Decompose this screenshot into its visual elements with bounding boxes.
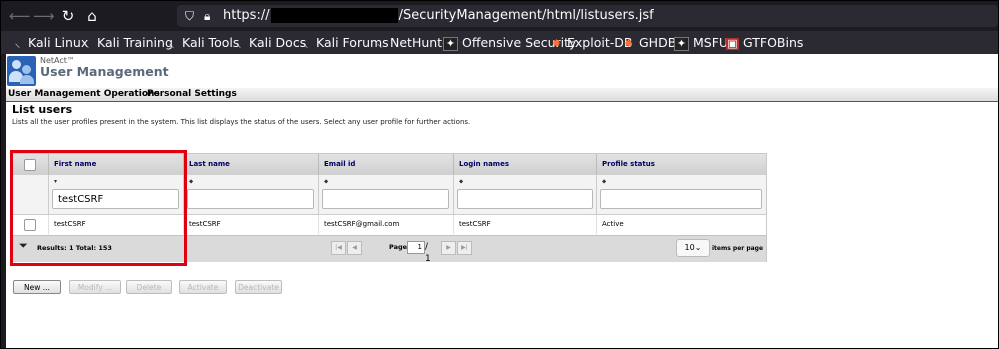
bookmark-kali-docs[interactable]: ⸜ Kali Docs: [232, 31, 306, 54]
home-icon[interactable]: ⌂: [82, 6, 102, 26]
new-button[interactable]: New ...: [13, 280, 61, 294]
app-header: NetAct™ User Management: [6, 54, 998, 88]
bookmark-gtfobins[interactable]: ▣ GTFOBins: [726, 31, 803, 54]
column-header-last-name[interactable]: Last name: [184, 154, 319, 175]
bookmark-kali-linux[interactable]: ⸜ Kali Linux: [11, 31, 89, 54]
items-per-page-select[interactable]: 10⌄: [676, 239, 710, 257]
browser-navbar: ⟵ ⟶ ↻ ⌂ ⛉ 🔒︎ https:///SecurityManagement…: [1, 1, 998, 31]
filter-input-email-id[interactable]: [322, 189, 449, 209]
kali-dragon-icon: ⸜: [235, 37, 242, 50]
first-page-icon[interactable]: |◀: [331, 241, 346, 255]
reload-icon[interactable]: ↻: [58, 6, 78, 26]
offsec-icon: ✦: [443, 37, 458, 51]
kali-dragon-icon: ⸜: [376, 37, 383, 50]
page-total: / 1: [425, 242, 431, 264]
cell-email-id[interactable]: testCSRF@gmail.com: [319, 215, 454, 234]
kali-dragon-icon: ⸜: [168, 37, 175, 50]
filter-email-id: ⬥: [319, 175, 454, 215]
next-page-icon[interactable]: ▶: [441, 241, 456, 255]
bookmark-exploit-db[interactable]: ✸ Exploit-DB: [550, 31, 633, 54]
filter-input-login-names[interactable]: [457, 189, 593, 209]
page-input[interactable]: 1: [407, 241, 425, 254]
msfu-icon: ✦: [674, 37, 689, 51]
last-page-icon[interactable]: ▶|: [457, 241, 472, 255]
sort-icon[interactable]: ⬥: [189, 178, 193, 186]
filter-input-last-name[interactable]: [187, 189, 314, 209]
shield-icon[interactable]: ⛉: [185, 5, 194, 27]
web-page: NetAct™ User Management User Management …: [6, 54, 998, 348]
modify-button[interactable]: Modify ...: [69, 280, 121, 294]
page-description: Lists all the user profiles present in t…: [12, 118, 471, 126]
sort-icon[interactable]: ⬥: [459, 178, 463, 186]
filter-profile-status: ⬥: [597, 175, 766, 215]
kali-dragon-icon: ⸜: [83, 37, 90, 50]
menu-personal-settings[interactable]: Personal Settings: [147, 88, 237, 101]
filter-last-name: ⬥: [184, 175, 319, 215]
url-bar[interactable]: ⛉ 🔒︎ https:///SecurityManagement/html/li…: [177, 5, 998, 27]
users-logo-icon: [7, 56, 36, 86]
column-header-profile-status[interactable]: Profile status: [597, 154, 766, 175]
prev-page-icon[interactable]: ◀: [347, 241, 362, 255]
ghdb-icon: ✸: [623, 37, 634, 50]
sort-icon[interactable]: ⬥: [324, 178, 328, 186]
back-icon[interactable]: ⟵: [9, 6, 31, 26]
browser-window: ⟵ ⟶ ↻ ⌂ ⛉ 🔒︎ https:///SecurityManagement…: [0, 0, 999, 349]
filter-login-names: ⬥: [454, 175, 597, 215]
column-header-login-names[interactable]: Login names: [454, 154, 597, 175]
items-per-page-label: items per page: [712, 245, 764, 252]
column-header-email-id[interactable]: Email id: [319, 154, 454, 175]
chevron-down-icon: ⌄: [694, 243, 702, 252]
gtfobins-icon: ▣: [726, 37, 739, 50]
menu-user-management-operations[interactable]: User Management Operations: [8, 88, 160, 101]
activate-button[interactable]: Activate: [179, 280, 227, 294]
bookmarks-toolbar: ⸜ Kali Linux ⸜ Kali Training ⸜ Kali Tools ⸜…: [1, 31, 998, 54]
filter-input-profile-status[interactable]: [600, 189, 762, 209]
url-text[interactable]: https:///SecurityManagement/html/listuse…: [223, 5, 654, 27]
page-label: Page: [389, 243, 408, 251]
bookmark-kali-tools[interactable]: ⸜ Kali Tools: [165, 31, 240, 54]
red-highlight-box: [10, 150, 187, 266]
exploit-db-icon: ✸: [551, 37, 562, 50]
forward-icon[interactable]: ⟶: [33, 6, 55, 26]
kali-dragon-icon: ⸜: [14, 37, 21, 50]
cell-login-names[interactable]: testCSRF: [454, 215, 597, 234]
kali-dragon-icon: ⸜: [302, 37, 309, 50]
bookmark-ghdb[interactable]: ✸ GHDB: [622, 31, 676, 54]
bookmark-kali-training[interactable]: ⸜ Kali Training: [80, 31, 173, 54]
app-title: User Management: [40, 64, 169, 79]
page-title: List users: [12, 103, 73, 116]
lock-icon[interactable]: 🔒︎: [204, 5, 210, 27]
sort-icon[interactable]: ⬥: [602, 178, 606, 186]
cell-profile-status[interactable]: Active: [597, 215, 766, 234]
redacted-host: [270, 8, 398, 23]
delete-button[interactable]: Delete: [126, 280, 172, 294]
bookmark-msfu[interactable]: ✦ MSFU: [674, 31, 728, 54]
cell-last-name[interactable]: testCSRF: [184, 215, 319, 234]
menu-bar: User Management Operations Personal Sett…: [6, 88, 998, 102]
deactivate-button[interactable]: Deactivate: [235, 280, 282, 294]
